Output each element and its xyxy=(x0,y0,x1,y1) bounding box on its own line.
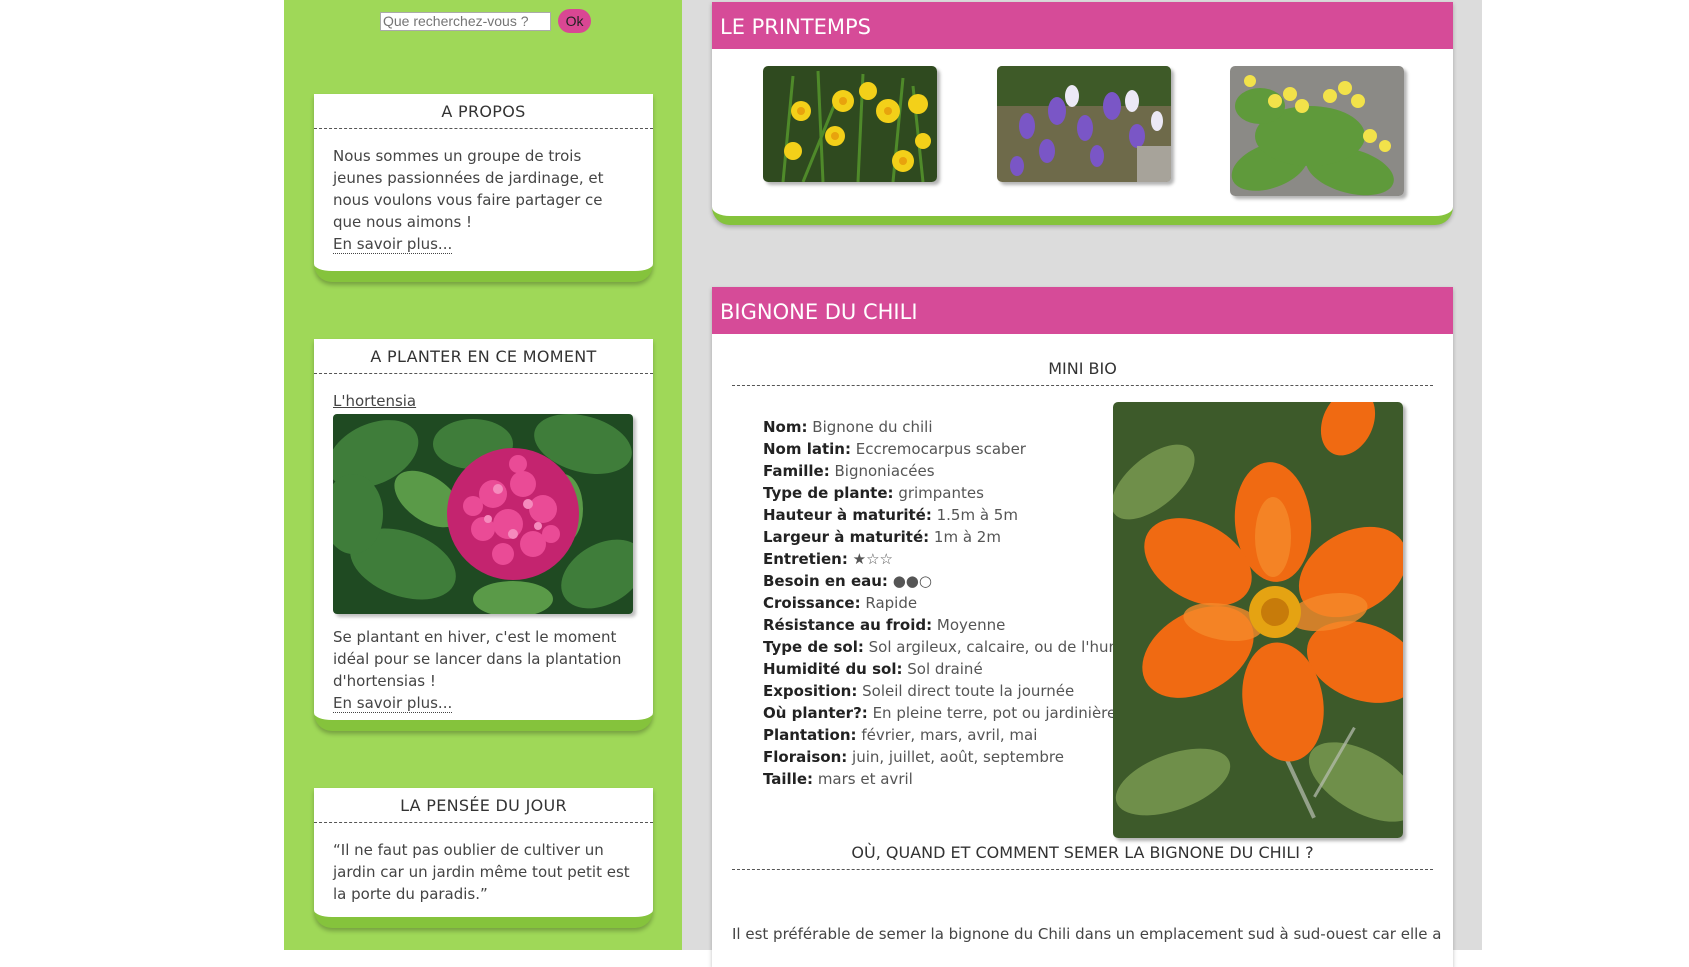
bio-row-value: Sol drainé xyxy=(907,660,983,678)
bio-row-value: Eccremocarpus scaber xyxy=(855,440,1026,458)
search-submit-button[interactable]: Ok xyxy=(558,9,592,33)
bio-row: Plantation: février, mars, avril, mai xyxy=(763,724,1140,746)
thought-title: LA PENSÉE DU JOUR xyxy=(314,788,653,823)
bio-row: Type de plante: grimpantes xyxy=(763,482,1140,504)
bio-row: Besoin en eau: ●●○ xyxy=(763,570,1140,592)
bio-row: Où planter?: En pleine terre, pot ou jar… xyxy=(763,702,1140,724)
thought-text: “Il ne faut pas oublier de cultiver un j… xyxy=(333,841,630,903)
bio-row: Floraison: juin, juillet, août, septembr… xyxy=(763,746,1140,768)
bio-row: Type de sol: Sol argileux, calcaire, ou … xyxy=(763,636,1140,658)
bio-row: Famille: Bignoniacées xyxy=(763,460,1140,482)
bio-row: Nom: Bignone du chili xyxy=(763,416,1140,438)
bio-row-label: Besoin en eau: xyxy=(763,572,888,590)
bio-row: Taille: mars et avril xyxy=(763,768,1140,790)
bio-row-value: Bignoniacées xyxy=(834,462,935,480)
bio-row: Largeur à maturité: 1m à 2m xyxy=(763,526,1140,548)
bio-row-value: Bignone du chili xyxy=(812,418,933,436)
hortensia-link[interactable]: L'hortensia xyxy=(333,392,416,410)
bio-row-label: Croissance: xyxy=(763,594,861,612)
plant-title: BIGNONE DU CHILI xyxy=(712,287,1453,334)
bignone-image[interactable] xyxy=(1113,402,1403,838)
bio-row-value: 1m à 2m xyxy=(933,528,1001,546)
thought-widget: LA PENSÉE DU JOUR “Il ne faut pas oublie… xyxy=(314,788,653,928)
bio-row-value: ●●○ xyxy=(892,572,932,590)
spring-panel: LE PRINTEMPS xyxy=(712,2,1453,225)
bio-row-value: Sol argileux, calcaire, ou de l'humus xyxy=(868,638,1141,656)
sowing-paragraph: Il est préférable de semer la bignone du… xyxy=(732,925,1442,943)
sowing-heading: OÙ, QUAND ET COMMENT SEMER LA BIGNONE DU… xyxy=(732,843,1433,870)
bio-row-label: Entretien: xyxy=(763,550,848,568)
bio-row: Résistance au froid: Moyenne xyxy=(763,614,1140,636)
about-more-link[interactable]: En savoir plus... xyxy=(333,235,453,254)
bio-row-label: Type de sol: xyxy=(763,638,864,656)
bio-row-value: juin, juillet, août, septembre xyxy=(852,748,1064,766)
bio-row-label: Humidité du sol: xyxy=(763,660,903,678)
about-widget: A PROPOS Nous sommes un groupe de trois … xyxy=(314,94,653,282)
bio-row: Nom latin: Eccremocarpus scaber xyxy=(763,438,1140,460)
bio-row: Entretien: ★☆☆ xyxy=(763,548,1140,570)
bio-row: Humidité du sol: Sol drainé xyxy=(763,658,1140,680)
hortensia-image[interactable] xyxy=(333,414,633,614)
bio-row-label: Type de plante: xyxy=(763,484,894,502)
about-title: A PROPOS xyxy=(314,94,653,129)
bio-row-value: Soleil direct toute la journée xyxy=(862,682,1075,700)
bio-row-label: Où planter?: xyxy=(763,704,868,722)
bio-row-label: Hauteur à maturité: xyxy=(763,506,932,524)
crocus-image[interactable] xyxy=(997,66,1171,182)
bio-row-label: Famille: xyxy=(763,462,830,480)
bio-row-label: Plantation: xyxy=(763,726,857,744)
daffodils-image[interactable] xyxy=(763,66,937,182)
bio-row-value: Rapide xyxy=(865,594,918,612)
bio-row-value: ★☆☆ xyxy=(852,550,893,568)
bio-row-label: Taille: xyxy=(763,770,814,788)
mini-bio-list: Nom: Bignone du chili Nom latin: Eccremoc… xyxy=(763,416,1140,790)
bio-row-value: grimpantes xyxy=(898,484,984,502)
plant-now-text: Se plantant en hiver, c'est le moment id… xyxy=(333,628,622,690)
bio-row-value: février, mars, avril, mai xyxy=(861,726,1038,744)
plant-now-widget: A PLANTER EN CE MOMENT L'hortensia Se pl… xyxy=(314,339,653,731)
bio-row-value: 1.5m à 5m xyxy=(936,506,1018,524)
bio-row-value: En pleine terre, pot ou jardinière xyxy=(872,704,1117,722)
plant-panel: BIGNONE DU CHILI MINI BIO Nom: Bignone d… xyxy=(712,287,1453,967)
mini-bio-heading: MINI BIO xyxy=(732,359,1433,386)
search-input[interactable] xyxy=(380,11,551,31)
bio-row-label: Exposition: xyxy=(763,682,858,700)
bio-row-value: Moyenne xyxy=(936,616,1006,634)
bio-row-label: Floraison: xyxy=(763,748,848,766)
bio-row-label: Résistance au froid: xyxy=(763,616,933,634)
bio-row: Croissance: Rapide xyxy=(763,592,1140,614)
spring-title: LE PRINTEMPS xyxy=(712,2,1453,49)
plant-now-title: A PLANTER EN CE MOMENT xyxy=(314,339,653,374)
plant-now-more-link[interactable]: En savoir plus... xyxy=(333,694,453,713)
bio-row: Exposition: Soleil direct toute la journ… xyxy=(763,680,1140,702)
bio-row-label: Nom latin: xyxy=(763,440,851,458)
bio-row-value: mars et avril xyxy=(817,770,913,788)
primrose-image[interactable] xyxy=(1230,66,1404,196)
search-form: Ok xyxy=(380,9,592,33)
bio-row-label: Nom: xyxy=(763,418,808,436)
about-text: Nous sommes un groupe de trois jeunes pa… xyxy=(333,147,604,231)
bio-row-label: Largeur à maturité: xyxy=(763,528,930,546)
bio-row: Hauteur à maturité: 1.5m à 5m xyxy=(763,504,1140,526)
